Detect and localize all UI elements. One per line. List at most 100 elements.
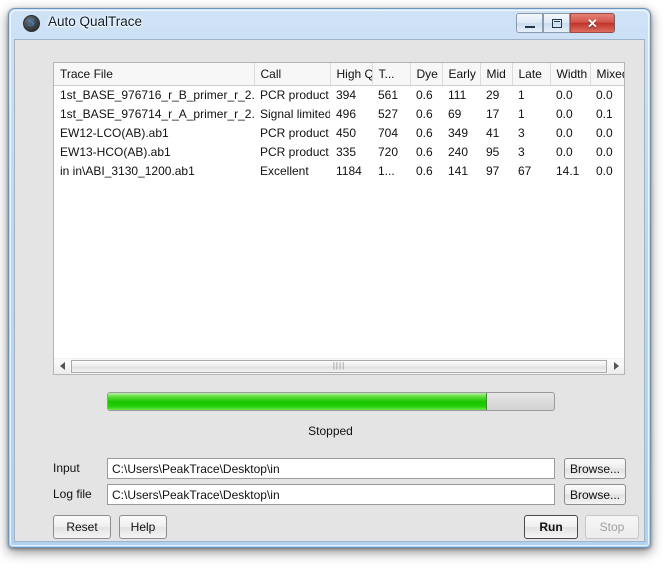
cell-dye: 0.6 (416, 145, 433, 159)
cell-mid: 95 (486, 145, 500, 159)
cell-width: 0.0 (556, 107, 573, 121)
scrollbar-grip-icon: |||| (332, 361, 346, 370)
log-file-field[interactable] (107, 484, 555, 505)
column-header-call[interactable]: Call (254, 63, 331, 86)
help-button[interactable]: Help (119, 515, 167, 539)
cell-dye: 0.6 (416, 164, 433, 178)
table-header: Trace File Call High Q T... Dye Early Mi… (54, 63, 624, 86)
table-row[interactable]: in in\ABI_3130_1200.ab1 Excellent 1184 1… (54, 162, 624, 181)
input-path-row: Input Browse... (15, 458, 646, 480)
column-header-width[interactable]: Width (550, 63, 591, 86)
arrow-right-icon (613, 362, 619, 370)
table-header-row: Trace File Call High Q T... Dye Early Mi… (54, 63, 624, 86)
column-header-dye[interactable]: Dye (410, 63, 443, 86)
cell-dye: 0.6 (416, 88, 433, 103)
cell-width: 14.1 (556, 164, 580, 178)
log-file-label: Log file (53, 487, 92, 501)
table-row[interactable]: EW12-LCO(AB).ab1 PCR product 450 704 0.6… (54, 124, 624, 143)
table-row[interactable]: 1st_BASE_976716_r_B_primer_r_2.ab1 PCR p… (54, 86, 624, 105)
title-bar[interactable]: S Auto QualTrace ✕ (13, 9, 646, 39)
minimize-button[interactable] (516, 13, 543, 33)
table-row[interactable]: 1st_BASE_976714_r_A_primer_r_2.ab1 Signa… (54, 105, 624, 124)
cell-late: 3 (518, 126, 525, 140)
cell-high-q: 394 (336, 88, 357, 103)
cell-mid: 29 (486, 88, 500, 103)
reset-button[interactable]: Reset (53, 515, 111, 539)
log-file-browse-button[interactable]: Browse... (564, 484, 626, 505)
app-badge-icon: S (23, 15, 40, 32)
column-header-t[interactable]: T... (372, 63, 411, 86)
column-header-mid[interactable]: Mid (480, 63, 513, 86)
cell-width: 0.0 (556, 145, 573, 159)
close-button[interactable]: ✕ (570, 13, 615, 33)
progress-bar-fill (108, 393, 488, 410)
cell-mid: 17 (486, 107, 500, 121)
cell-trace-file: 1st_BASE_976714_r_A_primer_r_2.ab1 (60, 107, 254, 121)
cell-width: 0.0 (556, 126, 573, 140)
cell-high-q: 335 (336, 145, 357, 159)
status-label: Stopped (308, 424, 353, 438)
application-window: S Auto QualTrace ✕ Trace File Call High … (8, 8, 651, 548)
cell-trace-file: in in\ABI_3130_1200.ab1 (60, 164, 195, 178)
results-table: Trace File Call High Q T... Dye Early Mi… (54, 63, 624, 181)
column-header-late[interactable]: Late (512, 63, 551, 86)
column-header-high-q[interactable]: High Q (330, 63, 373, 86)
cell-mixed: 0.0 (596, 145, 613, 159)
cell-mixed: 0.0 (596, 164, 613, 178)
arrow-left-icon (59, 362, 65, 370)
maximize-icon (551, 18, 562, 28)
cell-early: 141 (448, 164, 469, 178)
cell-dye: 0.6 (416, 107, 433, 121)
cell-dye: 0.6 (416, 126, 433, 140)
cell-high-q: 450 (336, 126, 357, 140)
cell-mid: 41 (486, 126, 500, 140)
cell-late: 1 (518, 107, 525, 121)
trace-results-table[interactable]: Trace File Call High Q T... Dye Early Mi… (53, 62, 625, 359)
cell-late: 3 (518, 145, 525, 159)
cell-t: 1... (378, 164, 395, 178)
close-icon: ✕ (587, 15, 598, 31)
cell-call: PCR product (260, 126, 329, 140)
input-path-field[interactable] (107, 458, 555, 479)
column-header-early[interactable]: Early (442, 63, 481, 86)
cell-trace-file: EW13-HCO(AB).ab1 (60, 145, 171, 159)
cell-mixed: 0.1 (596, 107, 613, 121)
cell-early: 240 (448, 145, 469, 159)
cell-call: Excellent (260, 164, 309, 178)
scroll-left-button[interactable] (54, 358, 70, 374)
client-area: Trace File Call High Q T... Dye Early Mi… (14, 39, 645, 542)
scrollbar-track[interactable]: |||| (70, 358, 608, 374)
table-body: 1st_BASE_976716_r_B_primer_r_2.ab1 PCR p… (54, 86, 624, 181)
input-browse-button[interactable]: Browse... (564, 458, 626, 479)
cell-t: 527 (378, 107, 399, 121)
window-title: Auto QualTrace (48, 14, 143, 29)
cell-call: PCR product (260, 145, 329, 159)
cell-t: 561 (378, 88, 399, 103)
minimize-icon (524, 25, 535, 28)
cell-high-q: 496 (336, 107, 357, 121)
cell-early: 69 (448, 107, 462, 121)
cell-early: 349 (448, 126, 469, 140)
cell-mixed: 0.0 (596, 88, 613, 103)
scrollbar-thumb[interactable]: |||| (71, 359, 607, 373)
column-header-trace-file[interactable]: Trace File (54, 63, 255, 86)
progress-bar (107, 392, 555, 411)
table-row[interactable]: EW13-HCO(AB).ab1 PCR product 335 720 0.6… (54, 143, 624, 162)
scroll-right-button[interactable] (608, 358, 624, 374)
cell-high-q: 1184 (336, 164, 362, 178)
cell-call: Signal limited (260, 107, 330, 121)
maximize-button[interactable] (543, 13, 570, 33)
cell-trace-file: EW12-LCO(AB).ab1 (60, 126, 169, 140)
horizontal-scrollbar[interactable]: |||| (53, 358, 625, 375)
cell-t: 720 (378, 145, 399, 159)
cell-late: 1 (518, 88, 525, 103)
stop-button: Stop (585, 515, 639, 539)
app-icon-glyph: S (28, 17, 35, 29)
cell-late: 67 (518, 164, 532, 178)
cell-trace-file: 1st_BASE_976716_r_B_primer_r_2.ab1 (60, 88, 254, 103)
input-path-label: Input (53, 461, 80, 475)
cell-mid: 97 (486, 164, 500, 178)
run-button[interactable]: Run (524, 515, 578, 539)
log-file-row: Log file Browse... (15, 484, 646, 506)
column-header-mixed[interactable]: Mixed (590, 63, 624, 86)
